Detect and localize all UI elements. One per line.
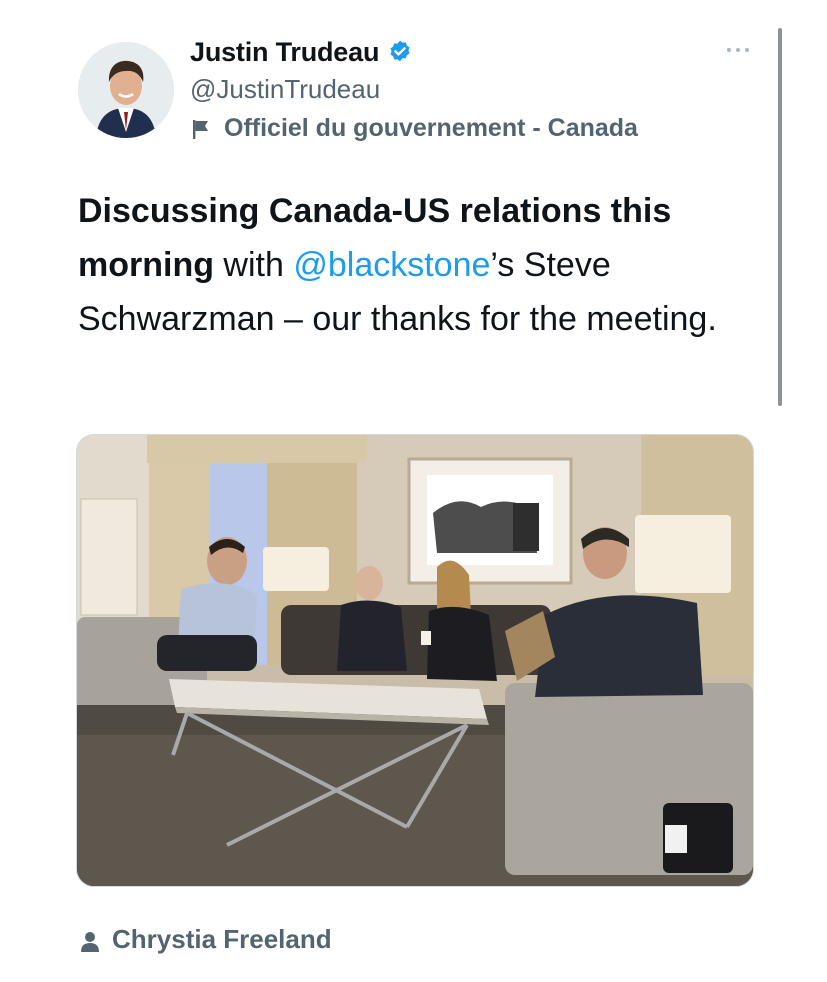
tweet[interactable]: Justin Trudeau @JustinTrudeau Officiel d… [0,0,827,982]
more-dots-icon[interactable] [724,42,752,58]
author-display-name[interactable]: Justin Trudeau [190,37,379,68]
verified-badge-icon [387,39,413,65]
tweet-text: Discussing Canada-US relations this morn… [78,184,738,346]
tweet-text-segment: with [213,246,294,284]
mention-link[interactable]: @blackstone [293,246,490,284]
tagged-user[interactable]: Chrystia Freeland [80,924,332,955]
scrollbar[interactable] [778,28,782,406]
government-label[interactable]: Officiel du gouvernement - Canada [190,114,638,143]
avatar[interactable] [78,42,174,138]
person-icon [80,929,100,952]
author-name-row[interactable]: Justin Trudeau [190,34,413,70]
tweet-photo[interactable] [76,434,754,887]
government-label-text: Officiel du gouvernement - Canada [224,114,638,142]
author-handle[interactable]: @JustinTrudeau [190,74,380,105]
flag-icon [190,118,212,140]
tagged-user-name[interactable]: Chrystia Freeland [112,924,332,955]
